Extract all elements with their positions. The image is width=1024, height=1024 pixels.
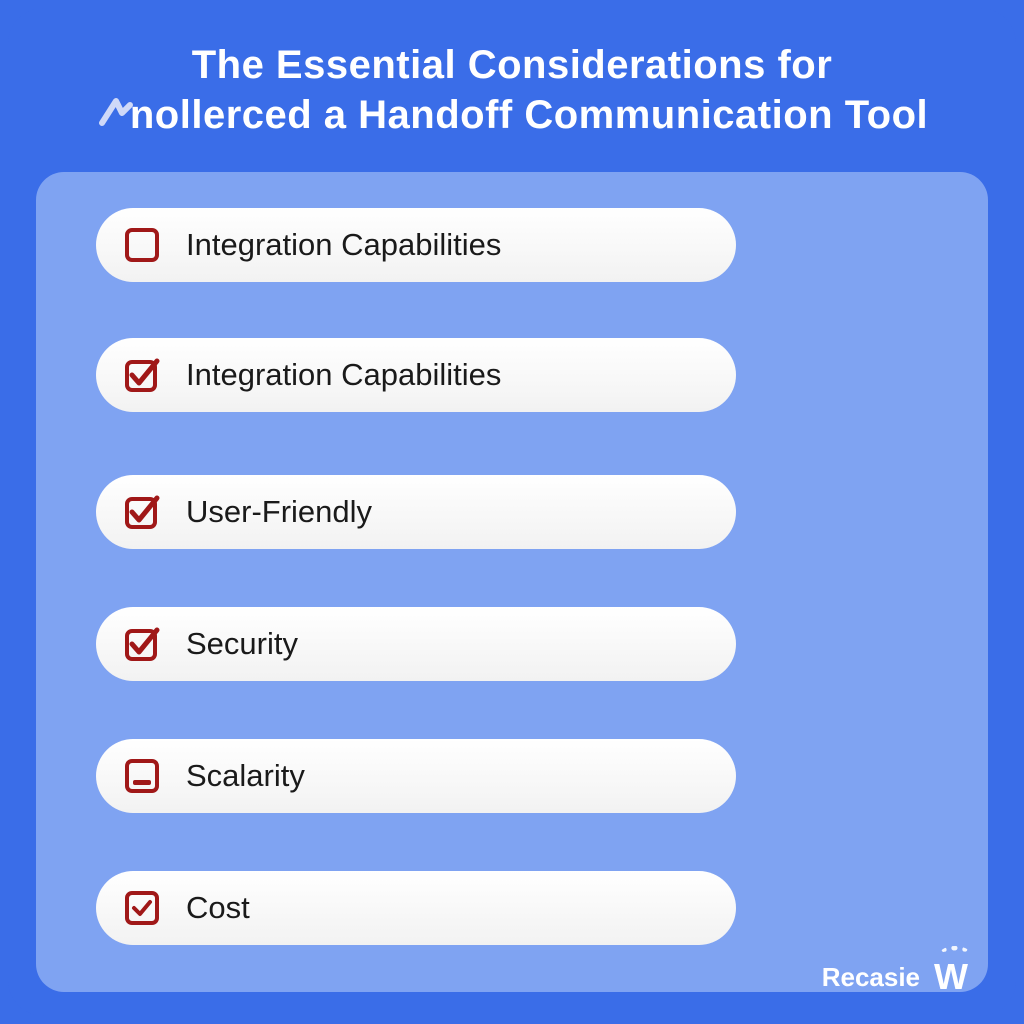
- checklist-item-label: User-Friendly: [186, 494, 372, 530]
- checklist-item-label: Integration Capabilities: [186, 357, 501, 393]
- checkbox-checked-icon[interactable]: [124, 357, 160, 393]
- checkbox-checked-icon[interactable]: [124, 890, 160, 926]
- page-title: The Essential Considerations for nollerc…: [8, 8, 1016, 160]
- checkbox-checked-icon[interactable]: [124, 626, 160, 662]
- checklist-panel: Integration Capabilities Integration Capa…: [36, 172, 988, 992]
- title-line-2: nollerced a Handoff Communication Tool: [130, 93, 928, 137]
- checklist-item: Scalarity: [96, 739, 736, 813]
- checklist-item: Integration Capabilities: [96, 338, 736, 412]
- checklist-item-label: Scalarity: [186, 758, 305, 794]
- checklist-item: Cost: [96, 871, 736, 945]
- checkbox-empty-icon[interactable]: [124, 227, 160, 263]
- checklist-item-label: Cost: [186, 890, 250, 926]
- brand-name: Recasie: [822, 962, 920, 993]
- brand-footer: Recasie W: [822, 956, 968, 998]
- title-decorative-icon: [96, 93, 136, 133]
- checklist-item: Security: [96, 607, 736, 681]
- checklist-item: User-Friendly: [96, 475, 736, 549]
- title-line-1: The Essential Considerations for: [192, 43, 833, 87]
- checkbox-minus-icon[interactable]: [124, 758, 160, 794]
- checklist-item-label: Security: [186, 626, 298, 662]
- checklist-item-label: Integration Capabilities: [186, 227, 501, 263]
- brand-logo-icon: W: [934, 956, 968, 998]
- outer-frame: The Essential Considerations for nollerc…: [8, 8, 1016, 1016]
- checkbox-checked-icon[interactable]: [124, 494, 160, 530]
- checklist-item: Integration Capabilities: [96, 208, 736, 282]
